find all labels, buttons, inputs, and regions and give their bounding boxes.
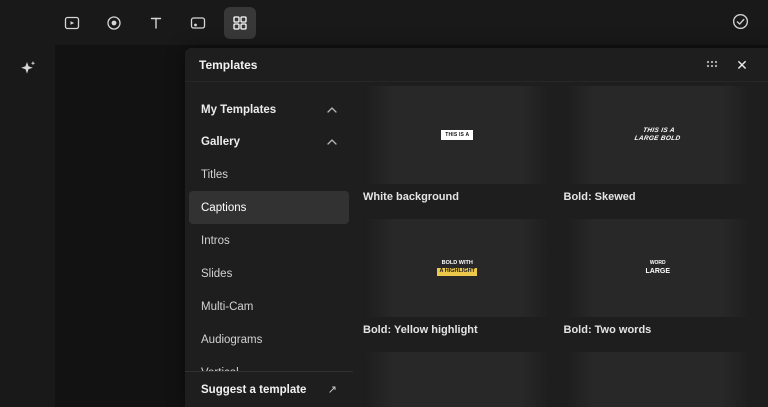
nav-item-label: Titles — [201, 168, 229, 181]
toolbar-tools — [56, 6, 256, 39]
clip-player-icon — [63, 14, 81, 32]
suggest-template-label: Suggest a template — [201, 383, 307, 396]
panel-body: My Templates Gallery Titles Captions Int… — [185, 82, 768, 407]
preview-text: THIS IS A LARGE BOLD — [633, 126, 681, 142]
nav-item-label: Slides — [201, 267, 233, 280]
text-tool-button[interactable] — [140, 7, 172, 39]
screen-capture-icon — [189, 14, 207, 32]
chevron-up-icon — [327, 136, 337, 148]
template-label: Bold: Skewed — [563, 191, 636, 203]
record-icon — [105, 14, 123, 32]
template-thumbnail[interactable] — [363, 352, 552, 407]
nav-section-label: Gallery — [201, 136, 240, 148]
template-label: White background — [363, 191, 459, 203]
panel-title: Templates — [199, 57, 258, 72]
nav-item-titles[interactable]: Titles — [189, 158, 349, 191]
template-card-yellow-highlight[interactable]: BOLD WITH A HIGHLIGHT Bold: Yellow highl… — [363, 219, 552, 336]
nav-section-my-templates[interactable]: My Templates — [185, 94, 353, 126]
left-rail — [0, 45, 55, 407]
nav-item-label: Multi-Cam — [201, 300, 254, 313]
template-thumbnail[interactable]: THIS IS A LARGE BOLD — [563, 86, 752, 184]
templates-grid-button[interactable] — [224, 6, 256, 39]
clip-player-button[interactable] — [56, 7, 88, 39]
nav-item-label: Audiograms — [201, 333, 263, 346]
nav-item-multi-cam[interactable]: Multi-Cam — [189, 290, 349, 323]
top-toolbar — [0, 0, 768, 45]
panel-actions: ✕ — [700, 53, 754, 77]
nav-section-label: My Templates — [201, 104, 277, 116]
template-label: Bold: Yellow highlight — [363, 324, 478, 336]
chevron-up-icon — [327, 104, 337, 116]
ai-sparkle-icon — [18, 58, 38, 81]
external-link-icon: ↗ — [327, 384, 337, 396]
preview-text: BOLD WITH A HIGHLIGHT — [437, 260, 478, 276]
templates-panel: Templates ✕ My Templates Gallery Titles … — [185, 48, 768, 407]
templates-grid-icon — [231, 14, 249, 32]
preview-text: WORD LARGE — [645, 260, 671, 275]
app-window: Templates ✕ My Templates Gallery Titles … — [0, 0, 768, 407]
template-card-two-words[interactable]: WORD LARGE Bold: Two words — [563, 219, 752, 336]
preview-text: THIS IS A — [441, 130, 474, 140]
template-thumbnail[interactable]: BOLD WITH A HIGHLIGHT — [363, 219, 552, 317]
suggest-template-button[interactable]: Suggest a template ↗ — [185, 371, 353, 407]
templates-grid: THIS IS A White background THIS IS A LAR… — [353, 82, 768, 407]
nav-section-gallery[interactable]: Gallery — [185, 126, 353, 158]
nav-scroll: My Templates Gallery Titles Captions Int… — [185, 82, 353, 389]
close-button[interactable]: ✕ — [730, 53, 754, 77]
close-icon: ✕ — [736, 56, 748, 73]
nav-item-label: Captions — [201, 201, 247, 214]
done-button[interactable] — [724, 7, 756, 39]
template-card-bold-skewed[interactable]: THIS IS A LARGE BOLD Bold: Skewed — [563, 86, 752, 203]
record-button[interactable] — [98, 7, 130, 39]
template-thumbnail[interactable]: WORD LARGE — [563, 219, 752, 317]
template-card-white-background[interactable]: THIS IS A White background — [363, 86, 552, 203]
check-circle-icon — [731, 12, 750, 34]
panel-header: Templates ✕ — [185, 48, 768, 82]
template-thumbnail[interactable] — [563, 352, 752, 407]
nav-item-captions[interactable]: Captions — [189, 191, 349, 224]
drag-handle[interactable] — [700, 53, 724, 77]
text-tool-icon — [147, 14, 165, 32]
nav-item-audiograms[interactable]: Audiograms — [189, 323, 349, 356]
templates-nav: My Templates Gallery Titles Captions Int… — [185, 82, 353, 407]
ai-assistant-button[interactable] — [10, 51, 46, 87]
drag-dots-icon — [704, 56, 720, 74]
template-card[interactable] — [363, 352, 552, 407]
nav-item-intros[interactable]: Intros — [189, 224, 349, 257]
template-label: Bold: Two words — [563, 324, 652, 336]
nav-item-slides[interactable]: Slides — [189, 257, 349, 290]
screen-capture-button[interactable] — [182, 7, 214, 39]
template-thumbnail[interactable]: THIS IS A — [363, 86, 552, 184]
template-card[interactable] — [563, 352, 752, 407]
nav-item-label: Intros — [201, 234, 230, 247]
